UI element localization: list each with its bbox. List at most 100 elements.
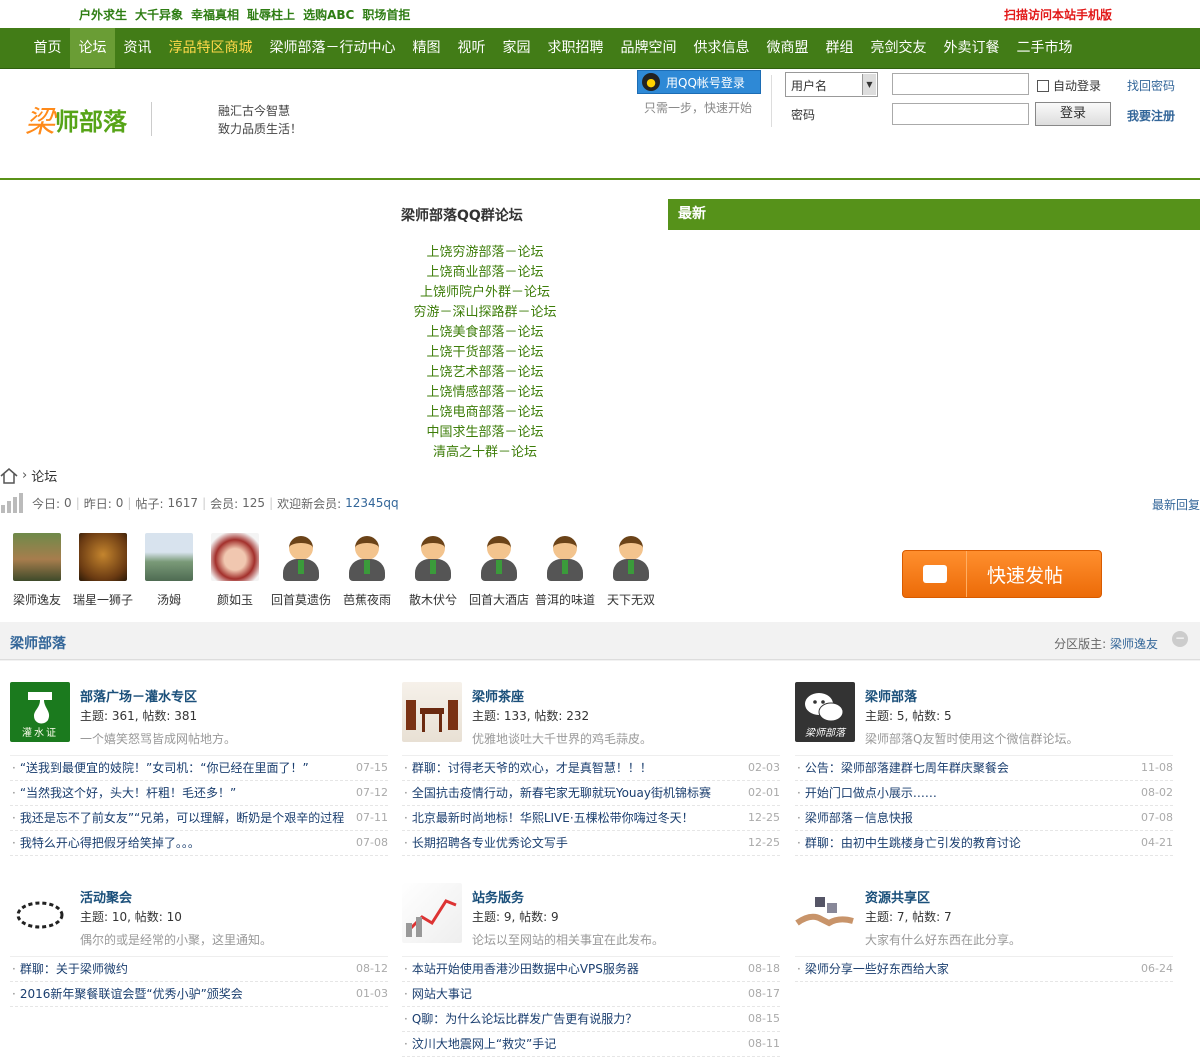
- password-input[interactable]: [892, 103, 1029, 125]
- breadcrumb-forum[interactable]: 论坛: [31, 466, 57, 485]
- member-item[interactable]: 回首大酒店: [466, 533, 532, 608]
- latest-reply-link[interactable]: 最新回复: [1152, 496, 1200, 513]
- forum-name[interactable]: 活动聚会: [80, 887, 132, 906]
- thread-title[interactable]: 全国抗击疫情行动，新春宅家无聊就玩Youay街机锦标赛: [404, 781, 711, 805]
- thread-title[interactable]: 梁师分享一些好东西给大家: [797, 957, 949, 981]
- member-item[interactable]: 瑞星一狮子: [70, 533, 136, 608]
- nav-item[interactable]: 亮剑交友: [862, 28, 935, 68]
- site-logo[interactable]: 梁 师部落: [25, 97, 176, 141]
- member-name[interactable]: 天下无双: [598, 591, 664, 608]
- top-link[interactable]: 职场首拒: [362, 6, 410, 23]
- login-type-select[interactable]: 用户名 ▼: [785, 72, 878, 97]
- nav-item[interactable]: 微商盟: [758, 28, 817, 68]
- affairs-icon[interactable]: [402, 883, 462, 943]
- qq-group-link[interactable]: 上饶艺术部落－论坛: [390, 363, 580, 383]
- thread-title[interactable]: 梁师部落－信息快报: [797, 806, 913, 830]
- thread-title[interactable]: 长期招聘各专业优秀论文写手: [404, 831, 568, 855]
- nav-item[interactable]: 求职招聘: [539, 28, 612, 68]
- thread-title[interactable]: 网站大事记: [404, 982, 472, 1006]
- top-link[interactable]: 耻辱柱上: [247, 6, 295, 23]
- thread-title[interactable]: 我特么开心得把假牙给笑掉了。。。: [12, 831, 200, 855]
- thread-title[interactable]: 公告：梁师部落建群七周年群庆聚餐会: [797, 756, 1009, 780]
- member-name[interactable]: 回首大酒店: [466, 591, 532, 608]
- section-title[interactable]: 梁师部落: [10, 633, 66, 653]
- login-button[interactable]: 登录: [1035, 102, 1111, 126]
- nav-item[interactable]: 家园: [494, 28, 539, 68]
- moderator-link[interactable]: 梁师逸友: [1110, 637, 1158, 651]
- forum-name[interactable]: 部落广场－灌水专区: [80, 686, 197, 705]
- tea-icon[interactable]: [402, 682, 462, 742]
- thread-title[interactable]: Q聊：为什么论坛比群发广告更有说服力？: [404, 1007, 637, 1031]
- nav-item[interactable]: 梁师部落－行动中心: [261, 28, 404, 68]
- thread-title[interactable]: 群聊：关于梁师微约: [12, 957, 128, 981]
- forum-name[interactable]: 站务版务: [472, 887, 524, 906]
- qq-login-button[interactable]: ● 用QQ帐号登录: [637, 70, 761, 94]
- nav-item[interactable]: 二手市场: [1008, 28, 1081, 68]
- collapse-icon[interactable]: −: [1172, 631, 1188, 647]
- home-icon[interactable]: [0, 467, 18, 484]
- forum-name[interactable]: 梁师部落: [865, 686, 917, 705]
- find-password-link[interactable]: 找回密码: [1127, 77, 1175, 94]
- thread-title[interactable]: 我还是忘不了前女友”“兄弟，可以理解，断奶是个艰辛的过程: [12, 806, 344, 830]
- wechat-icon[interactable]: 梁师部落: [795, 682, 855, 742]
- avatar[interactable]: [475, 533, 523, 581]
- member-name[interactable]: 汤姆: [136, 591, 202, 608]
- thread-title[interactable]: 汶川大地震网上“救灾”手记: [404, 1032, 556, 1056]
- member-item[interactable]: 颜如玉: [202, 533, 268, 608]
- member-item[interactable]: 普洱的味道: [532, 533, 598, 608]
- forum-name[interactable]: 梁师茶座: [472, 686, 524, 705]
- member-item[interactable]: 天下无双: [598, 533, 664, 608]
- avatar[interactable]: [541, 533, 589, 581]
- qq-group-link[interactable]: 上饶美食部落－论坛: [390, 323, 580, 343]
- nav-item[interactable]: 首页: [25, 28, 70, 68]
- member-name[interactable]: 回首莫遗伤: [268, 591, 334, 608]
- nav-item[interactable]: 品牌空间: [612, 28, 685, 68]
- avatar[interactable]: [409, 533, 457, 581]
- avatar[interactable]: [607, 533, 655, 581]
- avatar[interactable]: [79, 533, 127, 581]
- new-member-link[interactable]: 12345qq: [345, 496, 398, 510]
- nav-item[interactable]: 群组: [817, 28, 862, 68]
- share-icon[interactable]: [795, 883, 855, 943]
- member-name[interactable]: 梁师逸友: [4, 591, 70, 608]
- top-link[interactable]: 选购ABC: [303, 6, 354, 23]
- qq-group-link[interactable]: 上饶干货部落－论坛: [390, 343, 580, 363]
- top-link[interactable]: 户外求生: [79, 6, 127, 23]
- member-name[interactable]: 散木伏兮: [400, 591, 466, 608]
- register-link[interactable]: 我要注册: [1127, 107, 1175, 124]
- qq-group-link[interactable]: 上饶穷游部落－论坛: [390, 243, 580, 263]
- avatar[interactable]: [343, 533, 391, 581]
- thread-title[interactable]: “送我到最便宜的妓院！”女司机：“你已经在里面了！”: [12, 756, 309, 780]
- qq-group-link[interactable]: 清高之十群－论坛: [390, 443, 580, 463]
- qq-group-link[interactable]: 上饶情感部落－论坛: [390, 383, 580, 403]
- nav-item[interactable]: 供求信息: [685, 28, 758, 68]
- member-item[interactable]: 梁师逸友: [4, 533, 70, 608]
- qq-group-link[interactable]: 上饶师院户外群－论坛: [390, 283, 580, 303]
- qq-group-link[interactable]: 上饶商业部落－论坛: [390, 263, 580, 283]
- avatar[interactable]: [211, 533, 259, 581]
- qq-group-link[interactable]: 穷游－深山探路群－论坛: [390, 303, 580, 323]
- thread-title[interactable]: 开始门口做点小展示……: [797, 781, 937, 805]
- member-name[interactable]: 瑞星一狮子: [70, 591, 136, 608]
- member-item[interactable]: 芭蕉夜雨: [334, 533, 400, 608]
- member-item[interactable]: 回首莫遗伤: [268, 533, 334, 608]
- avatar[interactable]: [13, 533, 61, 581]
- auto-login-checkbox[interactable]: 自动登录: [1037, 77, 1101, 94]
- qq-group-link[interactable]: 中国求生部落－论坛: [390, 423, 580, 443]
- water-icon[interactable]: 灌水证: [10, 682, 70, 742]
- top-link[interactable]: 幸福真相: [191, 6, 239, 23]
- member-name[interactable]: 普洱的味道: [532, 591, 598, 608]
- mobile-version-link[interactable]: 扫描访问本站手机版: [1004, 6, 1112, 23]
- member-item[interactable]: 散木伏兮: [400, 533, 466, 608]
- member-name[interactable]: 颜如玉: [202, 591, 268, 608]
- thread-title[interactable]: 北京最新时尚地标！华熙LIVE·五棵松带你嗨过冬天！: [404, 806, 694, 830]
- username-input[interactable]: [892, 73, 1029, 95]
- avatar[interactable]: [145, 533, 193, 581]
- thread-title[interactable]: 群聊：讨得老天爷的欢心，才是真智慧！！！: [404, 756, 652, 780]
- member-name[interactable]: 芭蕉夜雨: [334, 591, 400, 608]
- thread-title[interactable]: 2016新年聚餐联谊会暨“优秀小驴”颁奖会: [12, 982, 243, 1006]
- qq-group-link[interactable]: 上饶电商部落－论坛: [390, 403, 580, 423]
- thread-title[interactable]: 群聊：由初中生跳楼身亡引发的教育讨论: [797, 831, 1021, 855]
- nav-item[interactable]: 视听: [449, 28, 494, 68]
- forum-name[interactable]: 资源共享区: [865, 887, 930, 906]
